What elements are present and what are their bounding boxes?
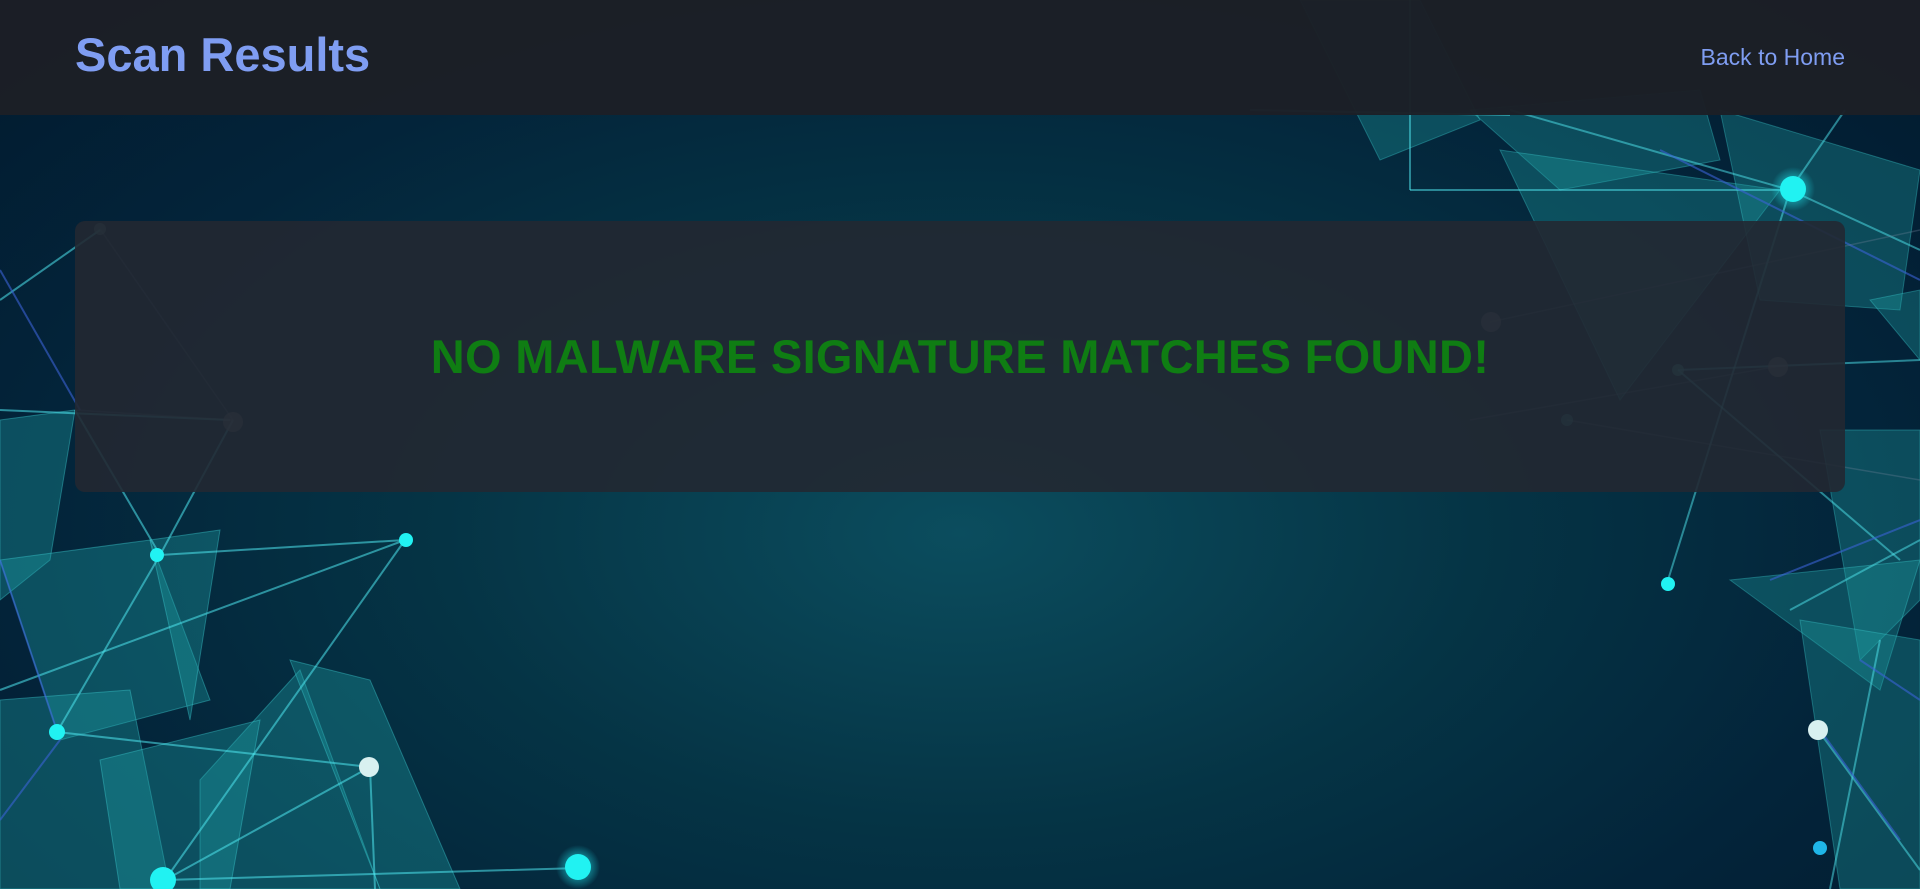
top-navigation-bar: Scan Results Back to Home [0,0,1920,115]
page-title: Scan Results [75,28,371,81]
scan-result-message: NO MALWARE SIGNATURE MATCHES FOUND! [430,330,1490,383]
back-to-home-link[interactable]: Back to Home [1701,43,1845,71]
scan-result-card: NO MALWARE SIGNATURE MATCHES FOUND! [75,221,1845,492]
